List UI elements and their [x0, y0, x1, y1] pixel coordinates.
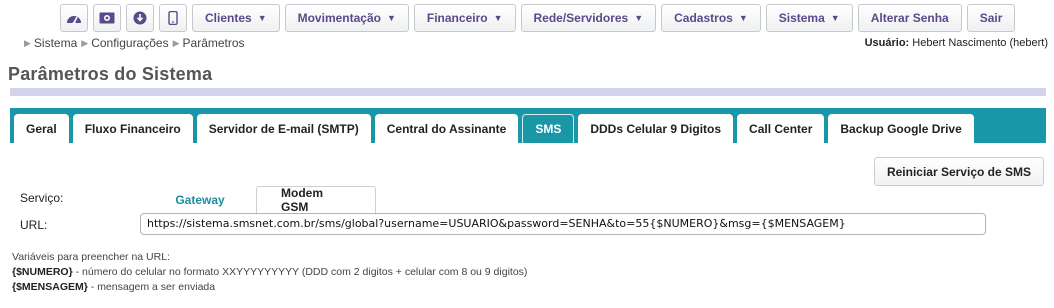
menu-financeiro[interactable]: Financeiro ▼ [413, 4, 516, 32]
change-password-button[interactable]: Alterar Senha [857, 4, 962, 32]
url-input[interactable]: https://sistema.smsnet.com.br/sms/global… [140, 213, 986, 235]
breadcrumb-item: Parâmetros [182, 36, 245, 50]
tab-backup-google-drive[interactable]: Backup Google Drive [828, 114, 974, 143]
tab-call-center[interactable]: Call Center [737, 114, 825, 143]
logout-button[interactable]: Sair [966, 4, 1016, 32]
breadcrumb-arrow-icon: ▶ [24, 37, 31, 48]
user-name: Hebert Nascimento (hebert) [912, 37, 1048, 49]
menu-clientes[interactable]: Clientes ▼ [192, 4, 280, 32]
restart-sms-service-button[interactable]: Reiniciar Serviço de SMS [873, 157, 1044, 186]
breadcrumb: ▶ Sistema ▶ Configurações ▶ Parâmetros [24, 36, 249, 50]
variable-description: - número do celular no formato XXYYYYYYY… [72, 266, 528, 278]
page-title: Parâmetros do Sistema [8, 64, 213, 84]
settings-tabs: Geral Fluxo Financeiro Servidor de E-mai… [10, 108, 1046, 143]
tab-geral[interactable]: Geral [14, 114, 69, 143]
user-label: Usuário: [864, 37, 910, 49]
caret-down-icon: ▼ [738, 13, 748, 23]
user-info: Usuário: Hebert Nascimento (hebert) [865, 37, 1048, 49]
variable-description: - mensagem a ser enviada [87, 281, 216, 293]
variables-intro: Variáveis para preencher na URL: [12, 251, 170, 263]
variable-numero: {$NUMERO} - número do celular no formato… [12, 265, 527, 280]
dashboard-button[interactable] [60, 4, 88, 32]
top-navigation: Clientes ▼ Movimentação ▼ Financeiro ▼ Rede… [60, 4, 1020, 32]
url-variables-help: Variáveis para preencher na URL: {$NUMER… [12, 250, 527, 295]
caret-down-icon: ▼ [386, 13, 396, 23]
service-option-gateway[interactable]: Gateway [144, 186, 256, 213]
title-divider [10, 88, 1046, 96]
url-label: URL: [20, 218, 48, 232]
tab-sms[interactable]: SMS [522, 114, 575, 143]
caret-down-icon: ▼ [493, 13, 503, 23]
variable-name: {$NUMERO} [12, 266, 73, 278]
service-option-modem-gsm[interactable]: Modem GSM [256, 186, 376, 214]
menu-movimentacao[interactable]: Movimentação ▼ [284, 4, 409, 32]
dashboard-icon [67, 16, 81, 25]
tab-central-assinante[interactable]: Central do Assinante [374, 114, 519, 143]
breadcrumb-item[interactable]: Configurações [91, 36, 168, 50]
breadcrumb-arrow-icon: ▶ [81, 37, 89, 48]
download-button[interactable] [126, 4, 154, 32]
menu-rede-servidores[interactable]: Rede/Servidores ▼ [520, 4, 657, 32]
tab-fluxo-financeiro[interactable]: Fluxo Financeiro [72, 114, 193, 143]
money-icon [99, 12, 115, 24]
menu-cadastros[interactable]: Cadastros ▼ [661, 4, 761, 32]
caret-down-icon: ▼ [634, 13, 644, 23]
breadcrumb-item[interactable]: Sistema [34, 36, 77, 50]
breadcrumb-arrow-icon: ▶ [172, 37, 180, 48]
tab-ddds-celular[interactable]: DDDs Celular 9 Digitos [578, 114, 734, 143]
money-button[interactable] [93, 4, 121, 32]
download-icon [133, 11, 147, 25]
menu-sistema[interactable]: Sistema ▼ [765, 4, 853, 32]
tab-servidor-email[interactable]: Servidor de E-mail (SMTP) [196, 114, 371, 143]
variable-mensagem: {$MENSAGEM} - mensagem a ser enviada [12, 280, 527, 295]
mobile-icon [168, 11, 178, 25]
caret-down-icon: ▼ [830, 13, 840, 23]
mobile-button[interactable] [159, 4, 187, 32]
service-label: Serviço: [20, 191, 64, 205]
variable-name: {$MENSAGEM} [12, 281, 88, 293]
caret-down-icon: ▼ [257, 13, 267, 23]
service-selector: Gateway Modem GSM [144, 186, 376, 214]
